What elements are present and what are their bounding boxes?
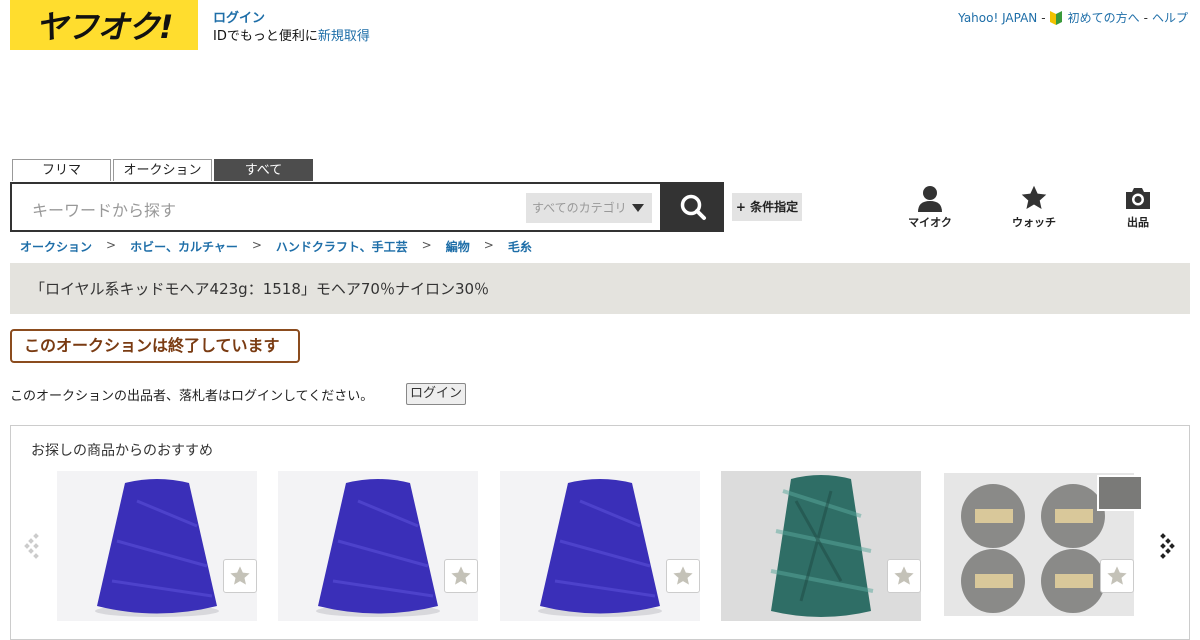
recommendations-heading: お探しの商品からのおすすめ: [31, 443, 213, 459]
login-notice: このオークションの出品者、落札者はログインしてください。: [10, 389, 374, 404]
tab-auction[interactable]: オークション: [113, 159, 212, 181]
search-tabs: フリマ オークション すべて: [12, 159, 313, 181]
breadcrumb-item[interactable]: 編物: [446, 238, 470, 255]
login-prompt: IDでもっと便利に: [213, 29, 318, 44]
first-time-link[interactable]: 初めての方へ: [1068, 9, 1140, 26]
breadcrumb-item[interactable]: ハンドクラフト、手工芸: [276, 238, 408, 255]
login-link[interactable]: ログイン: [213, 11, 265, 26]
watch-star-button[interactable]: [223, 559, 257, 593]
watch-label: ウォッチ: [1012, 216, 1056, 229]
star-icon: [1107, 566, 1127, 585]
person-icon: [918, 186, 942, 212]
recommended-item[interactable]: [500, 471, 700, 621]
product-image: [278, 471, 478, 621]
top-nav: Yahoo! JAPAN - 初めての方へ - ヘルプ: [958, 9, 1188, 26]
search-button[interactable]: [662, 182, 724, 232]
search-placeholder: キーワードから探す: [32, 201, 177, 220]
item-title-bar: 「ロイヤル系キッドモヘア423g：1518」モヘア70％ナイロン30％: [10, 263, 1190, 314]
chevron-down-icon: [632, 204, 644, 212]
product-image: [57, 471, 257, 621]
watch-star-button[interactable]: [444, 559, 478, 593]
recommended-item[interactable]: [278, 471, 478, 621]
login-button[interactable]: ログイン: [406, 383, 466, 405]
carousel-prev-arrow-icon[interactable]: [24, 530, 44, 560]
watch-nav[interactable]: ウォッチ: [1004, 184, 1064, 230]
recommended-item[interactable]: [721, 471, 921, 621]
carousel-next-arrow-icon[interactable]: [1156, 530, 1176, 560]
register-link[interactable]: 新規取得: [318, 29, 370, 44]
product-image: [721, 471, 921, 621]
conditions-button[interactable]: + 条件指定: [732, 193, 802, 221]
tab-all[interactable]: すべて: [214, 159, 313, 181]
product-image: [500, 471, 700, 621]
star-icon: [673, 566, 693, 585]
beginner-mark-icon: [1049, 10, 1062, 25]
sell-nav[interactable]: 出品: [1108, 184, 1168, 230]
search-icon: [680, 194, 706, 220]
login-area: ログイン IDでもっと便利に新規取得: [213, 10, 370, 46]
tab-flea-market[interactable]: フリマ: [12, 159, 111, 181]
recommended-item[interactable]: [57, 471, 257, 621]
help-link[interactable]: ヘルプ: [1152, 9, 1188, 26]
breadcrumb-item[interactable]: 毛糸: [508, 238, 532, 255]
sell-label: 出品: [1127, 216, 1149, 229]
breadcrumb: オークション > ホビー、カルチャー > ハンドクラフト、手工芸 > 編物 > …: [20, 238, 532, 255]
search-input[interactable]: キーワードから探す すべてのカテゴリ: [10, 182, 662, 232]
breadcrumb-separator: >: [251, 238, 262, 252]
auction-ended-badge: このオークションは終了しています: [10, 329, 300, 363]
nav-separator: -: [1143, 10, 1148, 25]
star-icon: [1021, 185, 1047, 209]
watch-star-button[interactable]: [666, 559, 700, 593]
star-icon: [894, 566, 914, 585]
breadcrumb-item[interactable]: オークション: [20, 238, 92, 255]
breadcrumb-separator: >: [421, 238, 432, 252]
recommended-item[interactable]: [943, 471, 1143, 621]
category-select-value: すべてのカテゴリ: [532, 201, 627, 215]
my-auction-label: マイオク: [908, 216, 952, 229]
watch-star-button[interactable]: [887, 559, 921, 593]
yahoo-auction-logo[interactable]: ヤフオク!: [10, 0, 198, 50]
star-icon: [451, 566, 471, 585]
product-image: [944, 473, 1143, 616]
breadcrumb-separator: >: [483, 238, 494, 252]
logo-text: ヤフオク!: [35, 8, 174, 46]
star-icon: [230, 566, 250, 585]
breadcrumb-separator: >: [106, 238, 117, 252]
category-select[interactable]: すべてのカテゴリ: [526, 193, 652, 223]
camera-icon: [1126, 188, 1150, 209]
watch-star-button[interactable]: [1100, 559, 1134, 593]
page-title: 「ロイヤル系キッドモヘア423g：1518」モヘア70％ナイロン30％: [30, 280, 490, 298]
nav-separator: -: [1041, 10, 1046, 25]
breadcrumb-item[interactable]: ホビー、カルチャー: [130, 238, 238, 255]
my-auction-nav[interactable]: マイオク: [900, 184, 960, 230]
yahoo-japan-link[interactable]: Yahoo! JAPAN: [958, 11, 1037, 25]
